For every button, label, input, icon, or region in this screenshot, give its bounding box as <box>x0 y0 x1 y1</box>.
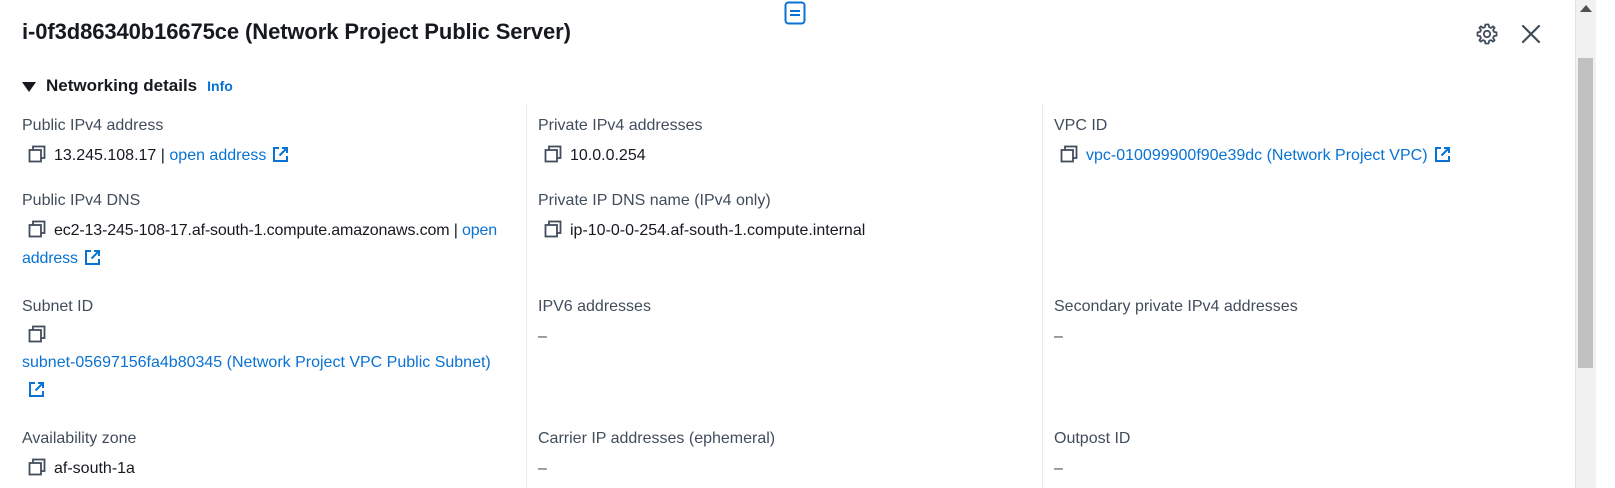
drag-handle-icon[interactable] <box>783 1 807 25</box>
copy-icon[interactable] <box>28 458 46 476</box>
scrollbar-thumb[interactable] <box>1578 58 1593 368</box>
field-subnet-id: Subnet ID subnet-05697156fa4b80345 (Netw… <box>22 297 512 405</box>
copy-icon[interactable] <box>28 325 46 343</box>
external-link-icon[interactable] <box>272 146 289 163</box>
external-link-icon[interactable] <box>28 381 45 398</box>
field-secondary-private-ipv4: Secondary private IPv4 addresses – <box>1054 297 1554 351</box>
field-label: Carrier IP addresses (ephemeral) <box>538 430 776 447</box>
copy-icon[interactable] <box>544 145 562 163</box>
copy-icon[interactable] <box>28 145 46 163</box>
separator: | <box>160 147 165 164</box>
field-value: subnet-05697156fa4b80345 (Network Projec… <box>22 325 512 405</box>
availability-zone-value: af-south-1a <box>54 460 135 477</box>
field-value: vpc-010099900f90e39dc (Network Project V… <box>1054 142 1554 170</box>
carrier-ip-value: – <box>538 460 547 477</box>
private-ipv4-value: 10.0.0.254 <box>570 147 646 164</box>
close-icon[interactable] <box>1519 22 1543 46</box>
open-address-link[interactable]: open address <box>169 147 266 164</box>
field-label: Outpost ID <box>1054 430 1131 447</box>
field-label: Public IPv4 DNS <box>22 192 141 209</box>
field-label: Secondary private IPv4 addresses <box>1054 298 1298 315</box>
separator: | <box>453 222 458 239</box>
column-divider <box>526 104 527 488</box>
info-link[interactable]: Info <box>207 78 233 94</box>
copy-icon[interactable] <box>28 220 46 238</box>
public-ipv4-value: 13.245.108.17 <box>54 147 157 164</box>
field-value: ec2-13-245-108-17.af-south-1.compute.ama… <box>22 217 520 273</box>
copy-icon[interactable] <box>1060 145 1078 163</box>
field-label: Private IPv4 addresses <box>538 117 703 134</box>
external-link-icon[interactable] <box>1434 146 1451 163</box>
field-value: ip-10-0-0-254.af-south-1.compute.interna… <box>538 217 1038 245</box>
outpost-id-value: – <box>1054 460 1063 477</box>
scroll-up-arrow-icon[interactable] <box>1580 5 1592 12</box>
secondary-private-ipv4-value: – <box>1054 328 1063 345</box>
field-value: af-south-1a <box>22 455 522 483</box>
field-label: Subnet ID <box>22 298 94 315</box>
copy-icon[interactable] <box>544 220 562 238</box>
field-label: Public IPv4 address <box>22 117 164 134</box>
panel-title: i-0f3d86340b16675ce (Network Project Pub… <box>22 19 571 44</box>
field-vpc-id: VPC ID vpc-010099900f90e39dc (Network Pr… <box>1054 116 1554 170</box>
public-dns-value: ec2-13-245-108-17.af-south-1.compute.ama… <box>54 222 450 239</box>
field-availability-zone: Availability zone af-south-1a <box>22 429 522 483</box>
field-value: 10.0.0.254 <box>538 142 1038 170</box>
field-label: Private IP DNS name (IPv4 only) <box>538 192 771 209</box>
column-divider <box>1042 104 1043 488</box>
ipv6-value: – <box>538 328 547 345</box>
field-value: 13.245.108.17 | open address <box>22 142 522 170</box>
field-public-dns: Public IPv4 DNS ec2-13-245-108-17.af-sou… <box>22 191 520 273</box>
field-label: Availability zone <box>22 430 137 447</box>
vpc-id-link[interactable]: vpc-010099900f90e39dc (Network Project V… <box>1086 147 1428 164</box>
vertical-scrollbar[interactable] <box>1575 0 1596 488</box>
field-ipv6: IPV6 addresses – <box>538 297 1038 351</box>
field-private-ipv4: Private IPv4 addresses 10.0.0.254 <box>538 116 1038 170</box>
networking-details-toggle[interactable]: Networking details Info <box>22 74 233 98</box>
window-edge <box>1596 0 1615 488</box>
field-public-ipv4: Public IPv4 address 13.245.108.17 | open… <box>22 116 522 170</box>
field-label: VPC ID <box>1054 117 1108 134</box>
caret-down-icon <box>22 81 36 92</box>
instance-details-panel: i-0f3d86340b16675ce (Network Project Pub… <box>0 0 1615 488</box>
field-private-dns: Private IP DNS name (IPv4 only) ip-10-0-… <box>538 191 1038 245</box>
field-outpost-id: Outpost ID – <box>1054 429 1554 483</box>
gear-icon[interactable] <box>1475 22 1499 46</box>
section-title: Networking details <box>46 76 198 95</box>
private-dns-value: ip-10-0-0-254.af-south-1.compute.interna… <box>570 222 866 239</box>
field-carrier-ip: Carrier IP addresses (ephemeral) – <box>538 429 1038 483</box>
field-label: IPV6 addresses <box>538 298 651 315</box>
external-link-icon[interactable] <box>84 249 101 266</box>
subnet-id-link[interactable]: subnet-05697156fa4b80345 (Network Projec… <box>22 354 491 371</box>
